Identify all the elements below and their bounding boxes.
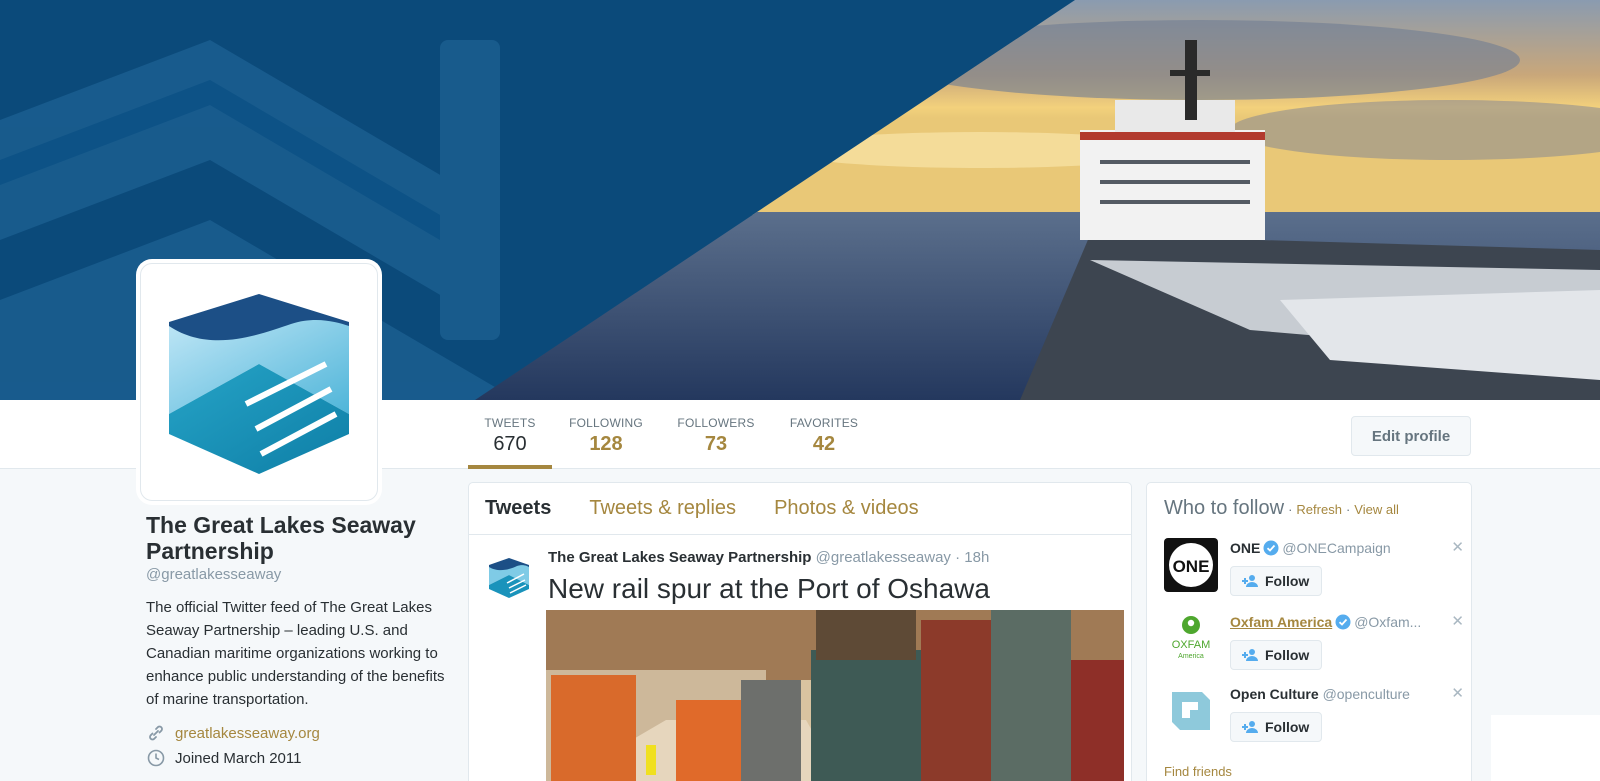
follow-label: Follow — [1265, 573, 1310, 589]
stat-value: 670 — [493, 433, 527, 455]
timeline-panel: Tweets Tweets & replies Photos & videos … — [468, 482, 1132, 781]
dismiss-close-icon[interactable]: ✕ — [1451, 684, 1464, 702]
blank-area — [1491, 715, 1600, 781]
edit-profile-button[interactable]: Edit profile — [1351, 416, 1471, 456]
user-handle[interactable]: @Oxfam... — [1354, 614, 1421, 630]
user-meta: Open Culture @openculture — [1230, 686, 1450, 702]
stat-favorites[interactable]: FAVORITES 42 — [786, 400, 862, 469]
user-avatar[interactable] — [1164, 684, 1218, 738]
seaway-logo-icon — [169, 294, 349, 474]
separator: · — [1345, 502, 1351, 517]
profile-bio: The official Twitter feed of The Great L… — [146, 599, 445, 708]
separator: · — [1288, 502, 1293, 517]
timeline-tabs: Tweets Tweets & replies Photos & videos — [469, 483, 1131, 535]
avatar-text: OXFAM — [1172, 639, 1211, 651]
tweet-author-name[interactable]: The Great Lakes Seaway Partnership — [548, 549, 811, 566]
who-to-follow-panel: Who to follow · Refresh · View all ONE O… — [1146, 482, 1472, 781]
stat-value: 42 — [812, 433, 836, 455]
stat-label: FOLLOWING — [569, 416, 643, 430]
oxfam-logo-icon: OXFAM America — [1172, 616, 1211, 660]
profile-handle[interactable]: @greatlakesseaway — [146, 566, 446, 583]
who-to-follow-header: Who to follow · Refresh · View all — [1164, 497, 1454, 520]
tweet-header: The Great Lakes Seaway Partnership @grea… — [548, 549, 989, 566]
find-friends-link[interactable]: Find friends — [1164, 764, 1232, 779]
tab-tweets[interactable]: Tweets — [485, 497, 551, 520]
avatar-text: ONE — [1173, 557, 1210, 576]
stat-tweets[interactable]: TWEETS 670 — [468, 400, 552, 469]
stat-value: 73 — [704, 433, 728, 455]
user-avatar[interactable]: OXFAM America — [1164, 612, 1218, 666]
tweet-author-handle[interactable]: @greatlakesseaway — [816, 549, 951, 566]
follow-label: Follow — [1265, 719, 1310, 735]
refresh-link[interactable]: Refresh — [1296, 502, 1342, 517]
follow-person-plus-icon — [1242, 721, 1258, 733]
seaway-logo-icon — [489, 558, 529, 598]
one-logo-icon: ONE — [1169, 543, 1213, 587]
profile-avatar[interactable] — [140, 263, 378, 501]
stat-label: FAVORITES — [789, 416, 859, 430]
suggested-user: Open Culture @openculture Follow ✕ — [1164, 684, 1464, 746]
stat-label: TWEETS — [484, 416, 536, 430]
stat-value: 128 — [589, 433, 623, 455]
tweet-author-avatar[interactable] — [485, 553, 533, 601]
tab-photos-videos[interactable]: Photos & videos — [774, 497, 919, 520]
user-avatar[interactable]: ONE — [1164, 538, 1218, 592]
user-name[interactable]: Oxfam America — [1230, 614, 1332, 630]
tweet-timestamp[interactable]: · 18h — [955, 549, 989, 566]
user-name[interactable]: Open Culture — [1230, 686, 1319, 702]
follow-button[interactable]: Follow — [1230, 566, 1323, 596]
profile-joined-date: Joined March 2011 — [175, 749, 302, 767]
link-icon — [146, 723, 166, 743]
user-handle[interactable]: @ONECampaign — [1282, 540, 1390, 556]
avatar-subtext: America — [1178, 653, 1204, 660]
dismiss-close-icon[interactable]: ✕ — [1451, 538, 1464, 556]
verified-badge-icon — [1335, 614, 1351, 630]
port-photo-image — [546, 610, 1124, 781]
follow-person-plus-icon — [1242, 649, 1258, 661]
user-meta: Oxfam America @Oxfam... — [1230, 614, 1450, 630]
profile-name[interactable]: The Great Lakes Seaway Partnership — [146, 512, 446, 564]
suggested-user: OXFAM America Oxfam America @Oxfam... Fol… — [1164, 612, 1464, 674]
view-all-link[interactable]: View all — [1354, 502, 1399, 517]
stat-followers[interactable]: FOLLOWERS 73 — [675, 400, 757, 469]
profile-website-link[interactable]: greatlakesseaway.org — [175, 725, 320, 742]
follow-label: Follow — [1265, 647, 1310, 663]
suggested-user: ONE ONE @ONECampaign Follow ✕ — [1164, 538, 1464, 600]
stat-label: FOLLOWERS — [677, 416, 755, 430]
tweet-photo[interactable] — [546, 610, 1124, 781]
profile-joined-row: Joined March 2011 — [146, 748, 446, 768]
tweet-text: New rail spur at the Port of Oshawa — [548, 573, 990, 604]
dismiss-close-icon[interactable]: ✕ — [1451, 612, 1464, 630]
profile-website-row: greatlakesseaway.org — [146, 723, 446, 743]
user-handle[interactable]: @openculture — [1323, 686, 1410, 702]
verified-badge-icon — [1263, 540, 1279, 556]
follow-person-plus-icon — [1242, 575, 1258, 587]
follow-button[interactable]: Follow — [1230, 640, 1323, 670]
open-culture-logo-icon — [1172, 692, 1210, 730]
clock-icon — [146, 748, 166, 768]
tab-tweets-replies[interactable]: Tweets & replies — [589, 497, 736, 520]
follow-button[interactable]: Follow — [1230, 712, 1323, 742]
stat-following[interactable]: FOLLOWING 128 — [565, 400, 647, 469]
user-meta: ONE @ONECampaign — [1230, 540, 1450, 556]
who-to-follow-title: Who to follow — [1164, 497, 1285, 519]
user-name[interactable]: ONE — [1230, 540, 1260, 556]
profile-card: The Great Lakes Seaway Partnership @grea… — [146, 512, 446, 768]
